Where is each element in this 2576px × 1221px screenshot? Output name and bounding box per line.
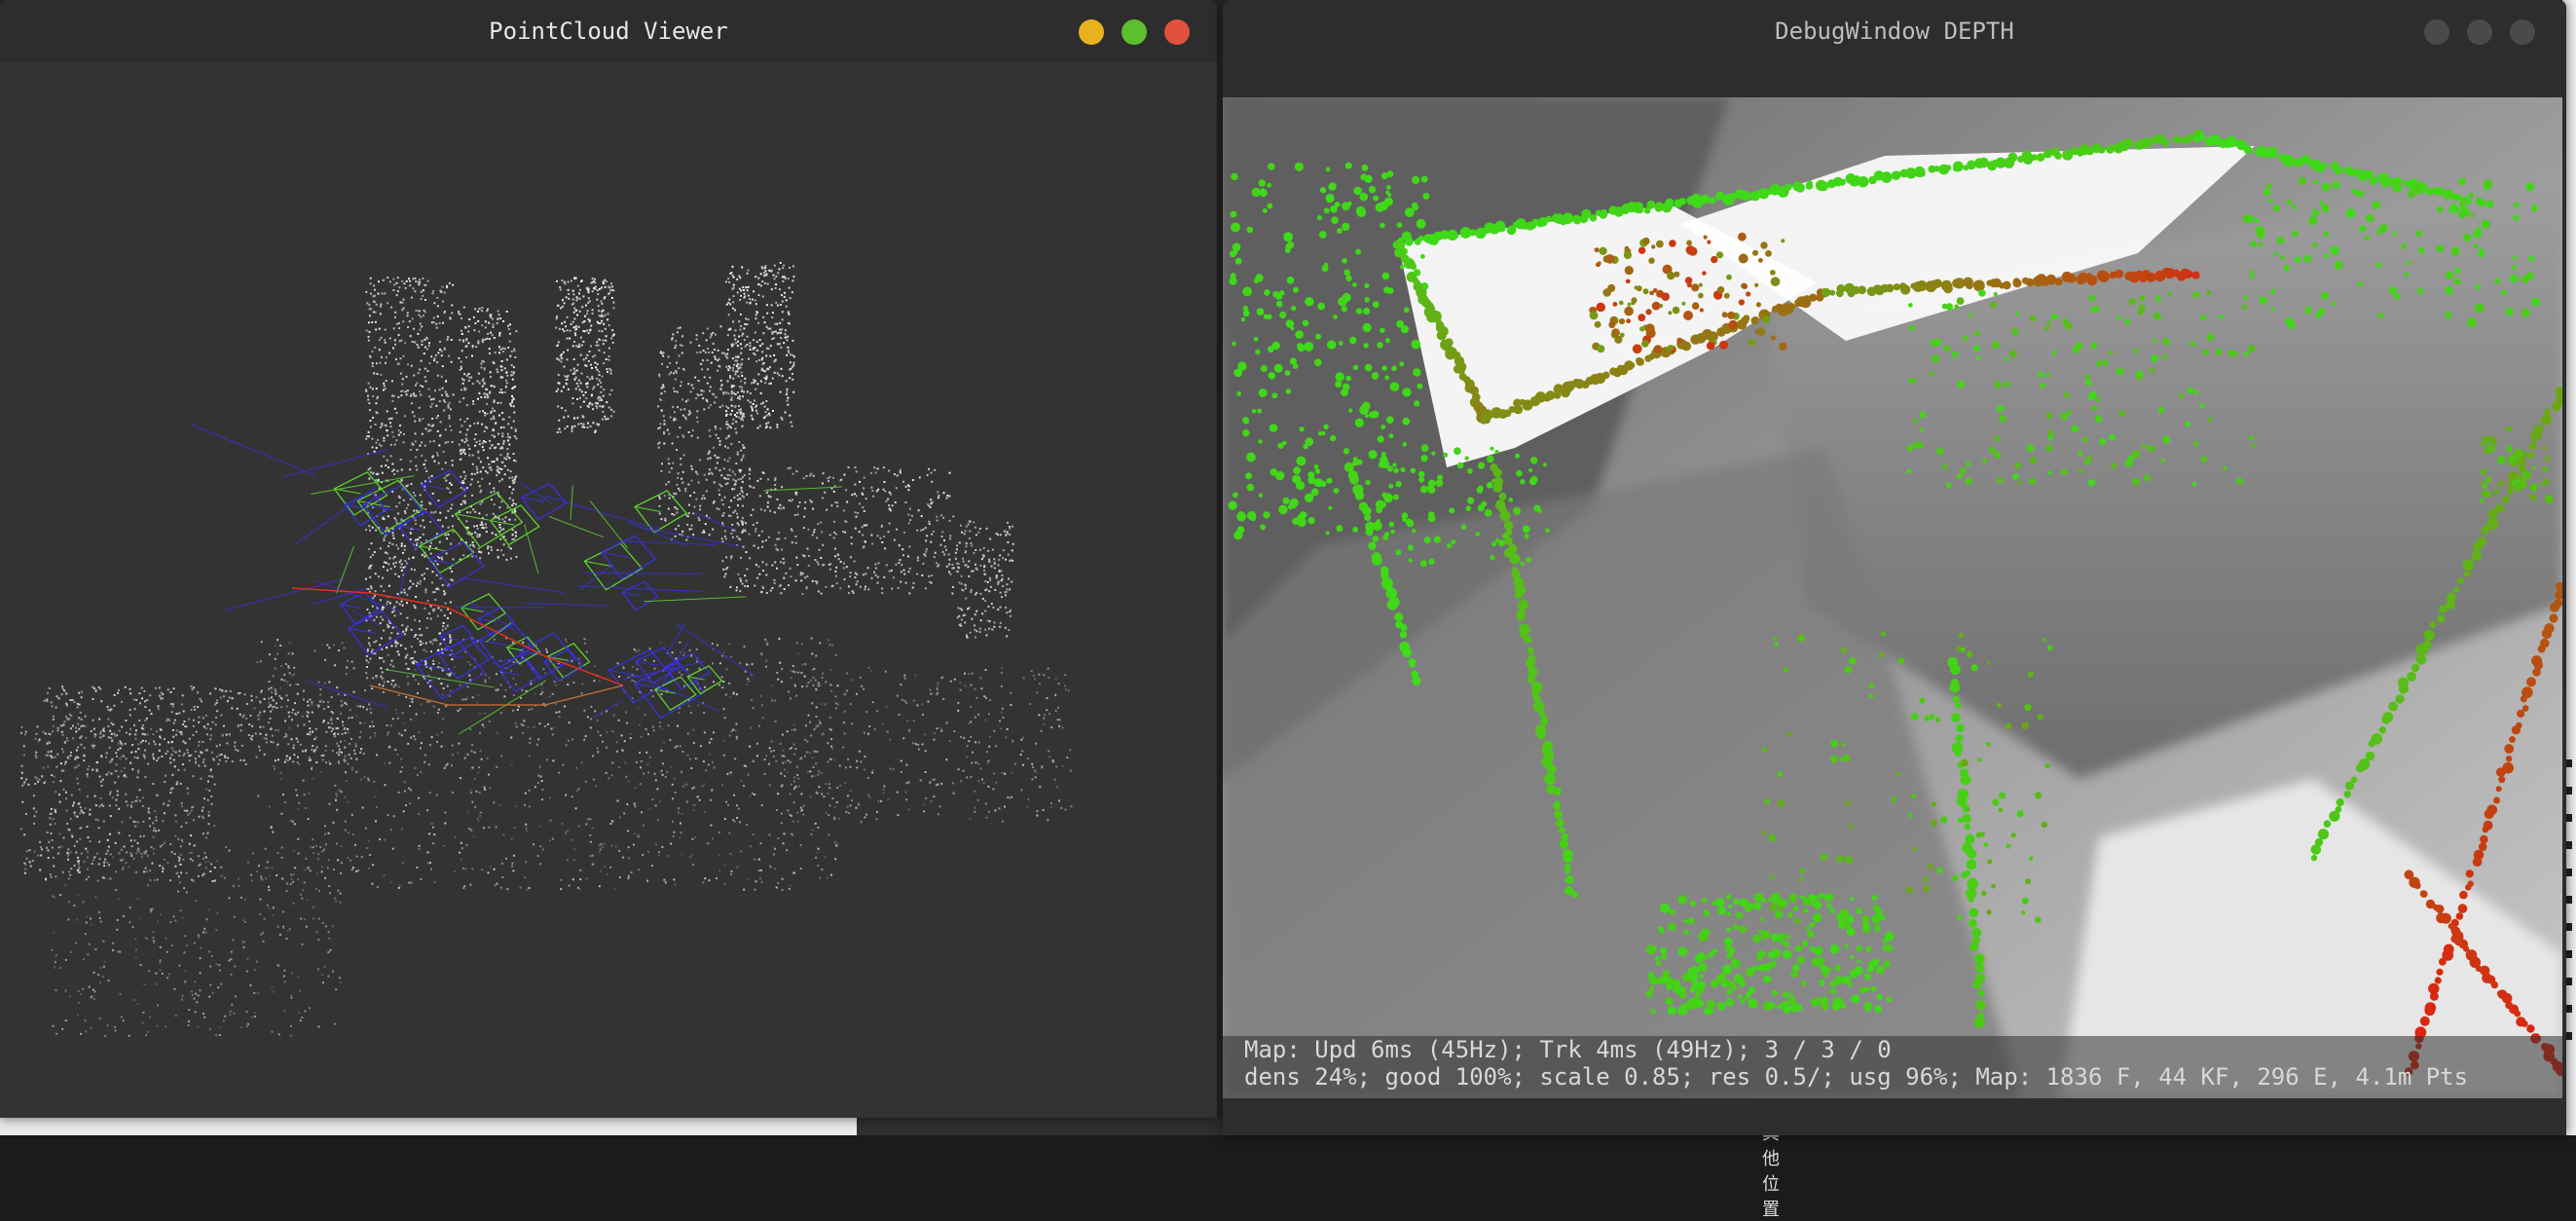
point-cloud [20, 262, 1073, 1037]
desktop: 其他位置 PointCloud Viewer [0, 0, 2576, 1135]
close-button[interactable] [2510, 19, 2535, 45]
window-toolbar [1223, 62, 2566, 97]
pointcloud-3d-canvas[interactable] [0, 62, 1217, 1118]
titlebar[interactable]: PointCloud Viewer [0, 0, 1217, 63]
minimize-button[interactable] [1079, 19, 1104, 45]
status-overlay: Map: Upd 6ms (45Hz); Trk 4ms (49Hz); 3 /… [1223, 1036, 2562, 1098]
depth-image-view[interactable]: Map: Upd 6ms (45Hz); Trk 4ms (49Hz); 3 /… [1223, 97, 2562, 1098]
close-button[interactable] [1164, 19, 1190, 45]
keyframe-graph [192, 425, 842, 734]
pointcloud-viewer-window[interactable]: PointCloud Viewer [0, 0, 1217, 1118]
maximize-button[interactable] [2467, 19, 2492, 45]
window-title: PointCloud Viewer [0, 0, 1217, 62]
pointcloud-render[interactable] [0, 62, 1217, 1118]
debug-depth-window[interactable]: DebugWindow DEPTH [1223, 0, 2566, 1135]
titlebar[interactable]: DebugWindow DEPTH [1223, 0, 2566, 63]
window-title: DebugWindow DEPTH [1223, 0, 2566, 62]
status-line-map: dens 24%; good 100%; scale 0.85; res 0.5… [1244, 1063, 2562, 1091]
status-line-timing: Map: Upd 6ms (45Hz); Trk 4ms (49Hz); 3 /… [1244, 1036, 2562, 1063]
background-window-dark-region: 其他位置 [857, 1118, 1223, 1135]
background-window-text-fragments [2566, 759, 2572, 1052]
maximize-button[interactable] [1122, 19, 1147, 45]
minimize-button[interactable] [2424, 19, 2449, 45]
depth-image [1223, 97, 2562, 1098]
